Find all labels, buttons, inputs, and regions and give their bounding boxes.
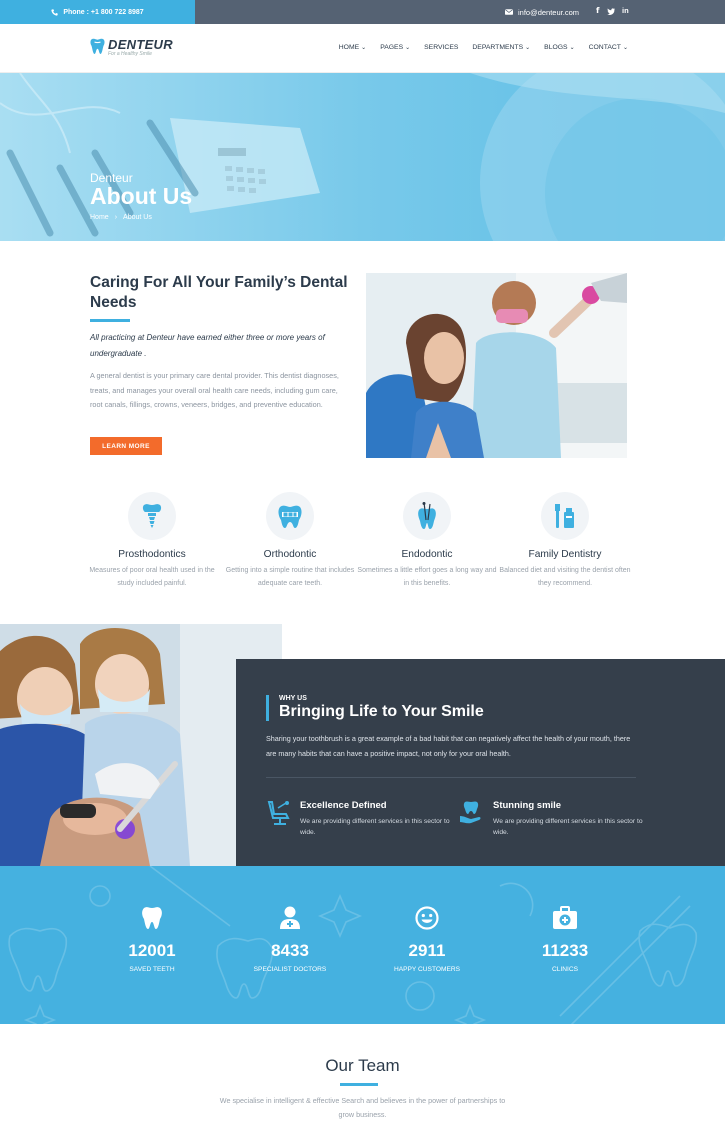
about-lead: All practicing at Denteur have earned ei…	[90, 333, 325, 358]
about-body: A general dentist is your primary care d…	[90, 371, 339, 409]
nav-contact-label: CONTACT	[588, 44, 621, 51]
dental-chair-icon	[267, 801, 290, 825]
heading-underline	[90, 319, 130, 322]
why-us-panel	[236, 659, 725, 878]
breadcrumb-current: About Us	[123, 214, 152, 221]
service-orthodontic[interactable]: Orthodontic Getting into a simple routin…	[220, 492, 360, 590]
team-subtitle: We specialise in intelligent & effective…	[219, 1096, 506, 1119]
nav-pages[interactable]: PAGES ⌄	[380, 44, 410, 51]
service-name: Prosthodontics	[118, 549, 186, 560]
nav-pages-label: PAGES	[380, 44, 404, 51]
team-heading: Our Team	[325, 1056, 400, 1075]
top-bar: Phone : +1 800 722 8987 info@denteur.com…	[0, 0, 725, 24]
service-desc: Measures of poor oral health used in the…	[89, 567, 215, 587]
service-icon-circle	[541, 492, 589, 540]
nav-services[interactable]: SERVICES	[424, 44, 458, 51]
service-family-dentistry[interactable]: Family Dentistry Balanced diet and visit…	[495, 492, 635, 590]
stat-value: 11233	[541, 941, 589, 960]
stat-value: 12001	[128, 941, 176, 960]
stat-label: HAPPY CUSTOMERS	[393, 966, 461, 973]
smile-icon	[415, 906, 439, 930]
breadcrumb: Home › About Us	[90, 214, 152, 221]
service-name: Orthodontic	[263, 549, 317, 560]
nav-blogs[interactable]: BLOGS ⌄	[544, 44, 574, 51]
page-hero: Denteur About Us Home › About Us	[0, 73, 725, 241]
dental-implant-icon	[142, 504, 162, 528]
feature-title: Stunning smile	[493, 800, 562, 811]
stat-happy-customers: 2911 HAPPY CUSTOMERS	[357, 906, 497, 973]
dental-tools-icon	[418, 502, 436, 529]
learn-more-button[interactable]: LEARN MORE	[90, 437, 162, 455]
stat-saved-teeth: 12001 SAVED TEETH	[82, 906, 222, 973]
why-accent-bar	[266, 695, 269, 721]
nav-services-label: SERVICES	[424, 44, 459, 51]
nav-blogs-label: BLOGS	[544, 44, 568, 51]
why-divider	[266, 777, 636, 778]
page-title: About Us	[90, 183, 193, 209]
service-icon-circle	[128, 492, 176, 540]
toothpaste-icon	[555, 504, 574, 528]
nav-departments[interactable]: DEPARTMENTS ⌄	[472, 44, 530, 51]
nav-contact[interactable]: CONTACT ⌄	[589, 44, 628, 51]
service-icon-circle	[403, 492, 451, 540]
service-desc: Balanced diet and visiting the dentist o…	[499, 567, 631, 587]
service-icon-circle	[266, 492, 314, 540]
tooth-logo-icon	[90, 38, 105, 54]
email-text: info@denteur.com	[518, 7, 579, 17]
stat-value: 8433	[271, 941, 309, 960]
phone-text: Phone : +1 800 722 8987	[63, 8, 144, 16]
breadcrumb-separator: ›	[114, 214, 118, 221]
feature-stunning-smile: Stunning smile We are providing differen…	[459, 800, 643, 838]
feature-desc: We are providing different services in t…	[300, 818, 450, 836]
tooth-braces-icon	[278, 505, 302, 528]
feature-title: Excellence Defined	[300, 800, 387, 811]
service-prosthodontics[interactable]: Prosthodontics Measures of poor oral hea…	[82, 492, 222, 590]
service-name: Endodontic	[401, 549, 453, 560]
feature-excellence: Excellence Defined We are providing diff…	[266, 800, 450, 838]
chevron-down-icon: ⌄	[525, 45, 531, 51]
phone-icon	[51, 8, 58, 16]
twitter-icon[interactable]	[607, 8, 615, 15]
brand-name: DENTEUR	[108, 37, 173, 52]
why-tag: WHY US	[279, 695, 307, 702]
service-desc: Getting into a simple routine that inclu…	[225, 567, 355, 587]
stat-label: CLINICS	[551, 966, 578, 973]
chevron-down-icon: ⌄	[361, 45, 367, 51]
why-body: Sharing your toothbrush is a great examp…	[266, 734, 631, 758]
stat-specialist-doctors: 8433 SPECIALIST DOCTORS	[220, 906, 360, 973]
site-header: DENTEUR For a Healthy Smile HOME ⌄ PAGES ⌄…	[0, 24, 725, 73]
nav-home[interactable]: HOME ⌄	[339, 44, 366, 51]
nav-home-label: HOME	[338, 44, 360, 51]
team-heading-underline	[340, 1083, 378, 1086]
about-heading: Caring For All Your Family’s Dental Need…	[90, 274, 348, 311]
stat-clinics: 11233 CLINICS	[495, 906, 635, 973]
stat-value: 2911	[408, 941, 446, 960]
chevron-down-icon: ⌄	[622, 45, 628, 51]
nav-departments-label: DEPARTMENTS	[472, 44, 524, 51]
facebook-icon[interactable]: f	[596, 6, 599, 15]
service-desc: Sometimes a little effort goes a long wa…	[357, 567, 497, 587]
mail-icon	[505, 9, 513, 15]
feature-desc: We are providing different services in t…	[493, 818, 643, 836]
phone-contact[interactable]: Phone : +1 800 722 8987	[0, 0, 195, 24]
doctor-icon	[280, 906, 300, 929]
breadcrumb-home[interactable]: Home	[90, 214, 109, 221]
stat-label: SAVED TEETH	[129, 966, 175, 973]
chevron-down-icon: ⌄	[569, 45, 575, 51]
service-endodontic[interactable]: Endodontic Sometimes a little effort goe…	[357, 492, 497, 590]
stat-label: SPECIALIST DOCTORS	[253, 966, 327, 973]
chevron-down-icon: ⌄	[405, 45, 411, 51]
main-nav: HOME ⌄ PAGES ⌄ SERVICES DEPARTMENTS ⌄ BLOGS…	[339, 44, 628, 51]
linkedin-icon[interactable]: in	[622, 6, 629, 15]
site-logo[interactable]: DENTEUR For a Healthy Smile	[90, 38, 173, 57]
tooth-hand-icon	[460, 801, 481, 824]
first-aid-kit-icon	[553, 906, 577, 929]
service-name: Family Dentistry	[528, 549, 602, 560]
dental-patient-photo	[366, 273, 627, 458]
why-title: Bringing Life to Your Smile	[279, 703, 484, 720]
tooth-icon	[142, 907, 162, 929]
email-contact[interactable]: info@denteur.com	[505, 0, 579, 24]
